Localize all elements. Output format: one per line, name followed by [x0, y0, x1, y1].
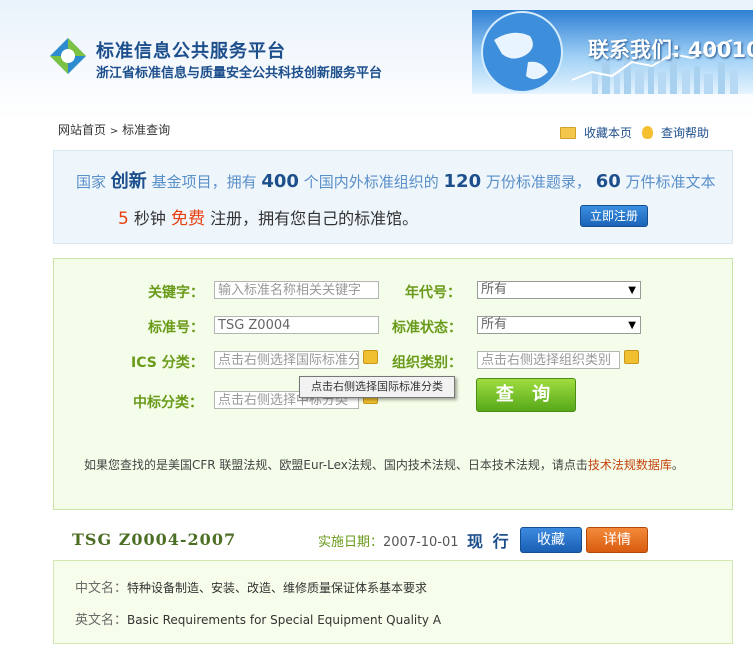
promo-highlight: 创新 — [110, 171, 147, 192]
query-button[interactable]: 查 询 — [476, 378, 576, 412]
english-name-row: 英文名：Basic Requirements for Special Equip… — [75, 609, 441, 628]
chevron-down-icon: ▼ — [628, 285, 636, 296]
keyword-input[interactable]: 输入标准名称相关关键字 — [214, 281, 379, 299]
folder-icon — [560, 126, 576, 139]
promo-text: 注册，拥有您自己的标准馆。 — [210, 209, 419, 228]
impl-label: 实施日期： — [318, 535, 384, 550]
promo-count-orgs: 400 — [261, 171, 299, 192]
promo-seconds: 5 — [118, 209, 129, 229]
promo-text: 万份标准题录， — [485, 173, 591, 191]
contact-banner[interactable]: 联系我们: 40010 — [472, 10, 753, 94]
regulation-hint: 如果您查找的是美国CFR 联盟法规、欧盟Eur-Lex法规、国内技术法规、日本技… — [84, 456, 684, 473]
lightbulb-icon — [642, 126, 654, 139]
breadcrumb-current: 标准查询 — [122, 123, 171, 137]
site-title: 标准信息公共服务平台 — [96, 41, 286, 62]
ics-picker-icon[interactable] — [363, 350, 378, 364]
ccs-label: 中标分类： — [133, 395, 203, 411]
promo-count-titles: 120 — [443, 171, 482, 192]
status-label: 标准状态： — [392, 320, 462, 336]
register-button[interactable]: 立即注册 — [580, 205, 648, 227]
org-category-label: 组织类别： — [392, 355, 462, 371]
regulation-database-link[interactable]: 技术法规数据库 — [588, 458, 672, 472]
promo-free: 免费 — [171, 209, 206, 229]
help-link[interactable]: 查询帮助 — [661, 124, 709, 141]
breadcrumb: 网站首页 > 标准查询 — [58, 121, 170, 138]
year-label: 年代号： — [405, 285, 461, 301]
org-category-input[interactable]: 点击右侧选择组织类别 — [477, 351, 620, 369]
chinese-name-value: 特种设备制造、安装、改造、维修质量保证体系基本要求 — [127, 581, 428, 595]
hint-text: 如果您查找的是美国CFR 联盟法规、欧盟Eur-Lex法规、国内技术法规、日本技… — [84, 458, 588, 472]
ics-label: ICS 分类： — [131, 355, 204, 371]
ics-tooltip: 点击右侧选择国际标准分类 — [299, 376, 455, 398]
implementation-date: 实施日期：2007-10-01 — [318, 531, 459, 550]
standard-info-panel: 中文名：特种设备制造、安装、改造、维修质量保证体系基本要求 英文名：Basic … — [53, 560, 733, 644]
chinese-name-label: 中文名： — [75, 581, 128, 596]
promo-line-2: 5 秒钟 免费 注册，拥有您自己的标准馆。 — [118, 204, 418, 229]
year-select[interactable]: 所有 ▼ — [477, 281, 641, 299]
promo-text: 秒钟 — [133, 209, 166, 228]
status-badge: 现 行 — [467, 532, 511, 551]
year-select-value: 所有 — [481, 282, 508, 297]
chevron-down-icon: ▼ — [628, 320, 636, 331]
site-logo-icon — [50, 38, 86, 74]
page-header: 标准信息公共服务平台 浙江省标准信息与质量安全公共科技创新服务平台 联系我们: … — [0, 0, 753, 120]
keyword-label: 关键字： — [148, 285, 204, 301]
promo-text: 万件标准文本 — [625, 173, 716, 191]
site-subtitle: 浙江省标准信息与质量安全公共科技创新服务平台 — [96, 66, 383, 81]
top-links: 收藏本页 查询帮助 — [560, 124, 709, 141]
promo-text: 个国内外标准组织的 — [303, 173, 439, 191]
breadcrumb-separator: > — [109, 126, 119, 137]
standard-number-input[interactable]: TSG Z0004 — [214, 316, 379, 334]
bookmark-link[interactable]: 收藏本页 — [584, 124, 632, 141]
chinese-name-row: 中文名：特种设备制造、安装、改造、维修质量保证体系基本要求 — [75, 577, 427, 596]
banner-text: 联系我们: 40010 — [588, 38, 753, 62]
promo-text: 国家 — [76, 173, 107, 191]
promo-panel: 国家 创新 基金项目，拥有 400 个国内外标准组织的 120 万份标准题录， … — [53, 150, 733, 244]
status-select-value: 所有 — [481, 317, 508, 332]
status-select[interactable]: 所有 ▼ — [477, 316, 641, 334]
org-picker-icon[interactable] — [624, 350, 639, 364]
breadcrumb-home[interactable]: 网站首页 — [58, 123, 106, 137]
detail-button[interactable]: 详情 — [586, 527, 648, 553]
english-name-value: Basic Requirements for Special Equipment… — [127, 613, 442, 627]
favorite-button[interactable]: 收藏 — [520, 527, 582, 553]
promo-text: 基金项目，拥有 — [151, 173, 257, 191]
promo-count-texts: 60 — [595, 171, 621, 192]
impl-date-value: 2007-10-01 — [383, 535, 459, 550]
english-name-label: 英文名： — [75, 613, 128, 628]
standard-number-label: 标准号： — [148, 320, 204, 336]
hint-text: 。 — [671, 458, 684, 472]
standard-code[interactable]: TSG Z0004-2007 — [72, 530, 236, 549]
promo-line-1: 国家 创新 基金项目，拥有 400 个国内外标准组织的 120 万份标准题录， … — [76, 167, 716, 193]
ics-input[interactable]: 点击右侧选择国际标准分类 — [214, 351, 359, 369]
